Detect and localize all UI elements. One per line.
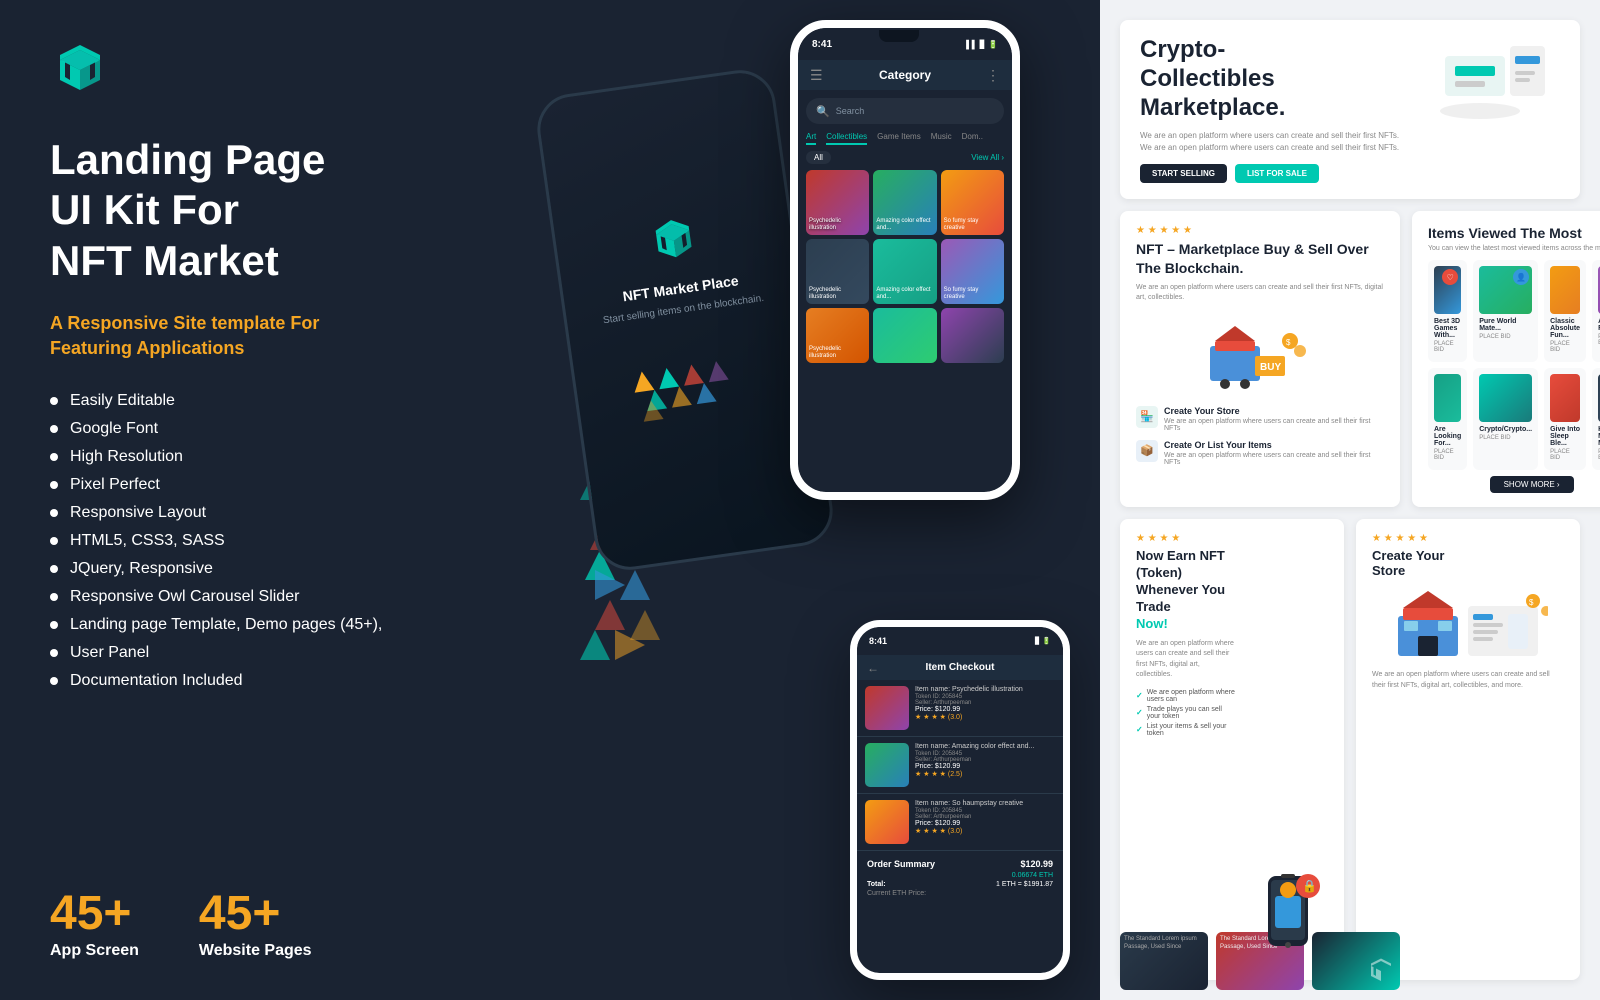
right-content: Crypto- Collectibles Marketplace. We are… <box>1100 0 1600 1000</box>
svg-text:BUY: BUY <box>1260 362 1281 373</box>
step2-text: We are an open platform where users can … <box>1164 452 1384 466</box>
phone-category-title: Category <box>879 68 931 82</box>
items-viewed-grid: ♡ Best 3D Games With... PLACE BID 👤 Pure… <box>1428 260 1600 470</box>
item-card: How To Make Music... PLACE BID <box>1592 368 1600 470</box>
stat-website-pages: 45+ Website Pages <box>199 890 312 960</box>
svg-text:$: $ <box>1529 598 1534 607</box>
checkout-header: Item Checkout <box>926 662 995 673</box>
row-2: ★ ★ ★ ★ ★ NFT – Marketplace Buy & Sell O… <box>1120 211 1580 507</box>
subtitle: A Responsive Site template For Featuring… <box>50 311 480 361</box>
item-card: Crypto/Crypto... PLACE BID <box>1473 368 1538 470</box>
items-viewed-title: Items Viewed The Most <box>1428 225 1600 241</box>
list-item: Easily Editable <box>50 392 480 410</box>
hero-buttons: START SELLING LIST FOR SALE <box>1140 164 1404 183</box>
item-card: ♡ Best 3D Games With... PLACE BID <box>1428 260 1467 362</box>
center-panel: NFT Market Place Start selling items on … <box>530 0 1100 1000</box>
checkout-time: 8:41 <box>869 636 887 646</box>
items-viewed-desc: You can view the latest most viewed item… <box>1428 245 1600 252</box>
create-store-section: ★ ★ ★ ★ ★ Create Your Store <box>1356 519 1580 980</box>
list-item: Pixel Perfect <box>50 476 480 494</box>
marketplace-section: ★ ★ ★ ★ ★ NFT – Marketplace Buy & Sell O… <box>1120 211 1400 507</box>
item-card: Give Into Sleep Ble... PLACE BID <box>1544 368 1586 470</box>
right-panel: Crypto- Collectibles Marketplace. We are… <box>1100 0 1600 1000</box>
earn-illustration: 🔒 <box>1248 533 1328 966</box>
hero-title: Crypto- Collectibles Marketplace. <box>1140 36 1404 122</box>
step1-text: We are an open platform where users can … <box>1164 418 1384 432</box>
left-panel: Landing Page UI Kit For NFT Market A Res… <box>0 0 530 1000</box>
stats-row: 45+ App Screen 45+ Website Pages <box>50 890 480 960</box>
order-summary-label: Order Summary <box>867 859 935 869</box>
list-item: High Resolution <box>50 448 480 466</box>
stat-app-screen: 45+ App Screen <box>50 890 139 960</box>
list-item: JQuery, Responsive <box>50 560 480 578</box>
earn-nft-section: ★ ★ ★ ★ Now Earn NFT (Token) Whenever Yo… <box>1120 519 1344 980</box>
phone-front: 8:41 ▌▌ ▊ 🔋 ☰ Category ⋮ 🔍 Search Art Co… <box>790 20 1020 500</box>
search-placeholder: Search <box>836 106 865 116</box>
earn-desc: We are an open platform where users can … <box>1136 639 1236 681</box>
item-card: Classic Absolute Fun... PLACE BID <box>1544 260 1586 362</box>
marketplace-stars: ★ ★ ★ ★ ★ <box>1136 225 1384 236</box>
phone-time: 8:41 <box>812 39 832 50</box>
hero-text: Crypto- Collectibles Marketplace. We are… <box>1140 36 1404 183</box>
create-title: Create Your Store <box>1372 548 1564 578</box>
marketplace-desc: We are an open platform where users can … <box>1136 283 1384 304</box>
list-item: Google Font <box>50 420 480 438</box>
phone-checkout: 8:41 ▊ 🔋 ← Item Checkout Item name: Psyc… <box>850 620 1070 980</box>
hero-image <box>1420 36 1560 136</box>
list-item: Documentation Included <box>50 672 480 690</box>
show-more-button[interactable]: SHOW MORE › <box>1490 476 1574 493</box>
hero-section: Crypto- Collectibles Marketplace. We are… <box>1120 20 1580 199</box>
item-card: 👤 Pure World Mate... PLACE BID <box>1473 260 1538 362</box>
list-item: Responsive Owl Carousel Slider <box>50 588 480 606</box>
create-stars: ★ ★ ★ ★ ★ <box>1372 533 1564 544</box>
list-item: Responsive Layout <box>50 504 480 522</box>
row-3: ★ ★ ★ ★ Now Earn NFT (Token) Whenever Yo… <box>1120 519 1580 980</box>
features-list: Easily Editable Google Font High Resolut… <box>50 392 480 860</box>
logo-container <box>50 40 480 105</box>
start-selling-button[interactable]: START SELLING <box>1140 164 1227 183</box>
main-title: Landing Page UI Kit For NFT Market <box>50 135 480 286</box>
marketplace-title: NFT – Marketplace Buy & Sell Over The Bl… <box>1136 240 1384 276</box>
brand-logo <box>50 40 110 100</box>
earn-title: Now Earn NFT (Token) Whenever You Trade … <box>1136 548 1236 632</box>
hero-description: We are an open platform where users can … <box>1140 130 1404 154</box>
svg-text:🔒: 🔒 <box>1302 879 1317 893</box>
list-item: HTML5, CSS3, SASS <box>50 532 480 550</box>
item-card: Aoldon Freebul... PLACE BID <box>1592 260 1600 362</box>
svg-text:$: $ <box>1286 338 1291 347</box>
earn-nft-text: ★ ★ ★ ★ Now Earn NFT (Token) Whenever Yo… <box>1136 533 1236 966</box>
earn-stars: ★ ★ ★ ★ <box>1136 533 1236 544</box>
items-viewed-section: Items Viewed The Most You can view the l… <box>1412 211 1600 507</box>
item-card: Are Looking For... PLACE BID <box>1428 368 1467 470</box>
step1-title: Create Your Store <box>1164 406 1384 416</box>
list-item: User Panel <box>50 644 480 662</box>
earn-features-list: ✓ We are open platform where users can ✓… <box>1136 689 1236 737</box>
list-for-sale-button[interactable]: LIST FOR SALE <box>1235 164 1319 183</box>
list-item: Landing page Template, Demo pages (45+), <box>50 616 480 634</box>
step2-title: Create Or List Your Items <box>1164 440 1384 450</box>
